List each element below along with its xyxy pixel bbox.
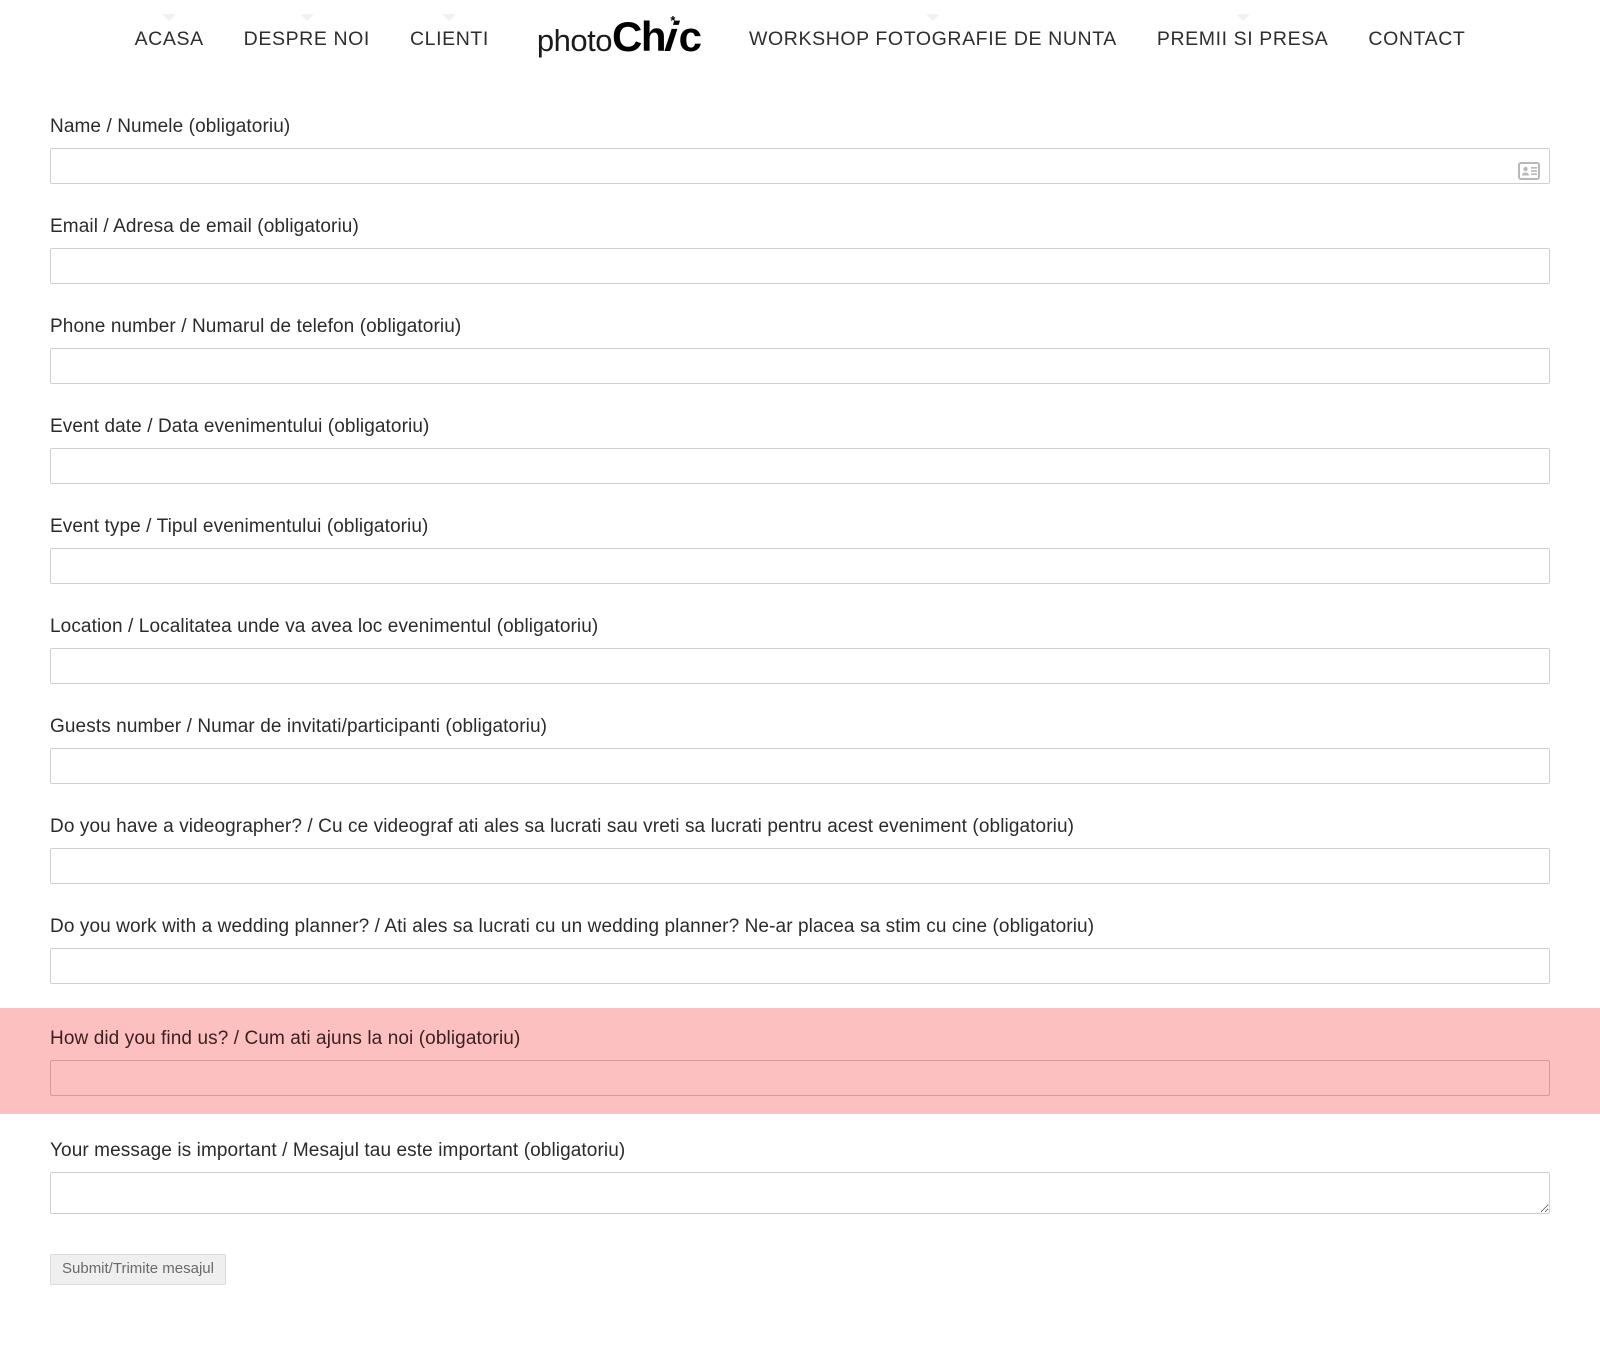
nav-item-contact[interactable]: CONTACT (1348, 0, 1485, 60)
submit-button[interactable]: Submit/Trimite mesajul (50, 1254, 226, 1285)
field-label-phone: Phone number / Numarul de telefon (oblig… (50, 316, 462, 337)
field-event-type: Event type / Tipul evenimentului (obliga… (0, 506, 1600, 594)
field-videographer: Do you have a videographer? / Cu ce vide… (0, 806, 1600, 894)
nav-item-workshop-fotografie-de-nunta[interactable]: WORKSHOP FOTOGRAFIE DE NUNTA (729, 0, 1137, 60)
field-name: Name / Numele (obligatoriu) (0, 106, 1600, 194)
nav-item-label: DESPRE NOI (243, 28, 370, 50)
field-phone: Phone number / Numarul de telefon (oblig… (0, 306, 1600, 394)
chevron-down-icon (442, 14, 457, 21)
field-guests-number: Guests number / Numar de invitati/partic… (0, 706, 1600, 794)
guests-number-input[interactable] (50, 748, 1550, 784)
field-control-how-did-you-find-us (34, 1060, 1566, 1106)
field-control-event-type (34, 548, 1566, 594)
field-label-event-type: Event type / Tipul evenimentului (obliga… (50, 516, 429, 537)
nav-item-label: WORKSHOP FOTOGRAFIE DE NUNTA (749, 28, 1117, 50)
chevron-down-icon (925, 14, 940, 21)
field-control-name (34, 148, 1566, 194)
field-event-date: Event date / Data evenimentului (obligat… (0, 406, 1600, 494)
location-input[interactable] (50, 648, 1550, 684)
chevron-down-icon (299, 14, 314, 21)
event-date-input[interactable] (50, 448, 1550, 484)
nav-item-premii-si-presa[interactable]: PREMII SI PRESA (1137, 0, 1349, 60)
field-control-wedding-planner (34, 948, 1566, 994)
field-label-name: Name / Numele (obligatoriu) (50, 116, 291, 137)
event-type-input[interactable] (50, 548, 1550, 584)
chevron-down-icon (162, 14, 177, 21)
email-input[interactable] (50, 248, 1550, 284)
field-control-phone (34, 348, 1566, 394)
logo-text-photo: photo (536, 23, 613, 58)
field-control-event-date (34, 448, 1566, 494)
field-label-email: Email / Adresa de email (obligatoriu) (50, 216, 359, 237)
videographer-input[interactable] (50, 848, 1550, 884)
field-label-location: Location / Localitatea unde va avea loc … (50, 616, 599, 637)
phone-input[interactable] (50, 348, 1550, 384)
field-wedding-planner: Do you work with a wedding planner? / At… (0, 906, 1600, 994)
nav-item-clienti[interactable]: CLIENTI (390, 0, 509, 60)
logo-star-icon: * (670, 13, 676, 28)
field-control-guests-number (34, 748, 1566, 794)
message-textarea[interactable] (50, 1172, 1550, 1214)
field-label-guests-number: Guests number / Numar de invitati/partic… (50, 716, 548, 737)
wedding-planner-input[interactable] (50, 948, 1550, 984)
field-label-videographer: Do you have a videographer? / Cu ce vide… (50, 816, 1075, 837)
field-how-did-you-find-us: How did you find us? / Cum ati ajuns la … (0, 1008, 1600, 1114)
nav-item-label: PREMII SI PRESA (1156, 28, 1329, 50)
main-navigation: ACASA DESPRE NOI CLIENTI photo Ch * i c WORK… (115, 0, 1486, 60)
field-control-location (34, 648, 1566, 694)
submit-row: Submit/Trimite mesajul (0, 1236, 1600, 1315)
nav-item-despre-noi[interactable]: DESPRE NOI (224, 0, 390, 60)
contact-card-icon[interactable] (1518, 162, 1540, 180)
chevron-down-icon (1235, 14, 1250, 21)
name-input[interactable] (50, 148, 1550, 184)
field-label-event-date: Event date / Data evenimentului (obligat… (50, 416, 430, 437)
field-control-videographer (34, 848, 1566, 894)
nav-item-label: CLIENTI (409, 28, 489, 50)
nav-item-acasa[interactable]: ACASA (115, 0, 224, 60)
how-did-you-find-us-input[interactable] (50, 1060, 1550, 1096)
contact-form: Name / Numele (obligatoriu) Email / Adre… (0, 84, 1600, 1315)
field-message: Your message is important / Mesajul tau … (0, 1130, 1600, 1224)
nav-item-label: CONTACT (1368, 28, 1466, 50)
field-label-wedding-planner: Do you work with a wedding planner? / At… (50, 916, 1095, 937)
field-label-how-did-you-find-us: How did you find us? / Cum ati ajuns la … (50, 1028, 521, 1049)
site-header: ACASA DESPRE NOI CLIENTI photo Ch * i c WORK… (0, 0, 1600, 84)
field-control-email (34, 248, 1566, 294)
field-location: Location / Localitatea unde va avea loc … (0, 606, 1600, 694)
site-logo[interactable]: photo Ch * i c (509, 0, 729, 60)
logo-text-ch: Ch (612, 13, 667, 60)
field-label-message: Your message is important / Mesajul tau … (50, 1140, 626, 1161)
field-email: Email / Adresa de email (obligatoriu) (0, 206, 1600, 294)
field-control-message (34, 1172, 1566, 1224)
nav-item-label: ACASA (134, 28, 204, 50)
